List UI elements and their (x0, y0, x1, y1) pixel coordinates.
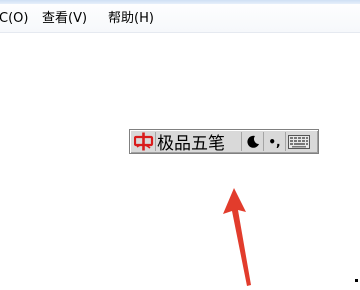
stray-dot (355, 279, 358, 282)
half-width-button[interactable] (242, 132, 264, 151)
screen: C(O) 查看(V) 帮助(H) 极品五笔 •, (0, 0, 360, 290)
menu-bar: C(O) 查看(V) 帮助(H) (0, 0, 360, 33)
soft-keyboard-button[interactable] (286, 132, 312, 151)
ime-name-label[interactable]: 极品五笔 (156, 132, 242, 154)
chinese-mode-icon (133, 132, 153, 151)
ime-status-bar[interactable]: 极品五笔 •, (129, 129, 319, 154)
menu-help[interactable]: 帮助(H) (108, 11, 154, 27)
menu-format[interactable]: C(O) (0, 11, 28, 27)
ime-chinese-mode-button[interactable] (132, 132, 156, 151)
title-bar-edge (0, 0, 360, 4)
menu-view[interactable]: 查看(V) (42, 11, 87, 27)
punctuation-label: •, (268, 134, 281, 149)
keyboard-icon (288, 134, 310, 149)
red-arrow-annotation (223, 188, 251, 286)
moon-icon (246, 135, 259, 148)
punctuation-button[interactable]: •, (264, 132, 286, 151)
